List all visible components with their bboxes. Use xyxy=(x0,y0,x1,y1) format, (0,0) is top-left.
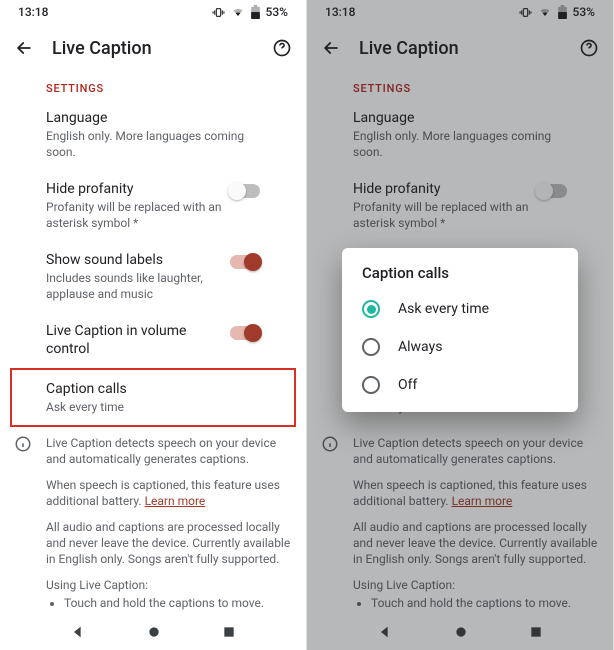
row-sound-labels[interactable]: Show sound labels Includes sounds like l… xyxy=(0,241,306,312)
battery-percent: 53% xyxy=(266,5,288,19)
dialog-title: Caption calls xyxy=(342,264,578,290)
radio-icon xyxy=(362,376,380,394)
radio-label: Off xyxy=(398,377,417,393)
info-icon xyxy=(14,435,32,614)
toggle-volume-control[interactable] xyxy=(230,326,260,340)
radio-icon xyxy=(362,338,380,356)
help-icon xyxy=(272,38,292,58)
row-volume-control[interactable]: Live Caption in volume control xyxy=(0,312,306,368)
info-p2: When speech is captioned, this feature u… xyxy=(46,477,292,509)
toggle-sound-labels[interactable] xyxy=(230,255,260,269)
row-sub: Includes sounds like laughter, applause … xyxy=(46,270,222,302)
vibrate-icon xyxy=(212,6,225,19)
nav-home-icon xyxy=(146,624,162,640)
status-time: 13:18 xyxy=(18,5,48,19)
arrow-back-icon xyxy=(14,38,34,58)
row-hide-profanity[interactable]: Hide profanity Profanity will be replace… xyxy=(0,170,306,241)
row-sub: English only. More languages coming soon… xyxy=(46,128,260,160)
radio-option-off[interactable]: Off xyxy=(342,366,578,404)
radio-label: Always xyxy=(398,339,442,355)
toggle-hide-profanity[interactable] xyxy=(230,184,260,198)
nav-back[interactable] xyxy=(70,624,86,640)
nav-bar xyxy=(0,614,306,650)
battery-icon xyxy=(251,5,260,19)
nav-recents[interactable] xyxy=(222,625,236,639)
section-header: SETTINGS xyxy=(0,72,306,99)
caption-calls-dialog: Caption calls Ask every time Always Off xyxy=(342,248,578,412)
row-title: Show sound labels xyxy=(46,251,222,269)
row-caption-calls[interactable]: Caption calls Ask every time xyxy=(0,368,306,427)
radio-label: Ask every time xyxy=(398,301,489,317)
info-p4: Using Live Caption: xyxy=(46,577,292,593)
info-bullet-1: Touch and hold the captions to move. xyxy=(64,595,292,611)
nav-recents-icon xyxy=(222,625,236,639)
back-button[interactable] xyxy=(14,38,34,58)
help-button[interactable] xyxy=(272,38,292,58)
info-p1: Live Caption detects speech on your devi… xyxy=(46,435,292,467)
info-block: Live Caption detects speech on your devi… xyxy=(0,427,306,614)
screen-settings: 13:18 53% Live Caption SETTINGS Language… xyxy=(0,0,307,650)
row-sub: Ask every time xyxy=(46,399,260,415)
radio-option-ask[interactable]: Ask every time xyxy=(342,290,578,328)
learn-more-link[interactable]: Learn more xyxy=(145,494,206,508)
status-bar: 13:18 53% xyxy=(0,0,306,24)
screen-dialog: 13:18 53% Live Caption SETTINGS Language… xyxy=(307,0,614,650)
row-language[interactable]: Language English only. More languages co… xyxy=(0,99,306,170)
row-title: Hide profanity xyxy=(46,180,222,198)
info-p3: All audio and captions are processed loc… xyxy=(46,519,292,567)
nav-home[interactable] xyxy=(146,624,162,640)
row-title: Live Caption in volume control xyxy=(46,322,222,358)
status-right: 53% xyxy=(212,5,288,19)
radio-option-always[interactable]: Always xyxy=(342,328,578,366)
nav-back-icon xyxy=(70,624,86,640)
settings-list: SETTINGS Language English only. More lan… xyxy=(0,72,306,614)
wifi-icon xyxy=(231,6,245,18)
radio-icon xyxy=(362,300,380,318)
row-sub: Profanity will be replaced with an aster… xyxy=(46,199,222,231)
app-bar: Live Caption xyxy=(0,24,306,72)
row-title: Caption calls xyxy=(46,380,260,398)
page-title: Live Caption xyxy=(52,38,272,59)
row-title: Language xyxy=(46,109,260,127)
info-text: Live Caption detects speech on your devi… xyxy=(46,435,292,614)
